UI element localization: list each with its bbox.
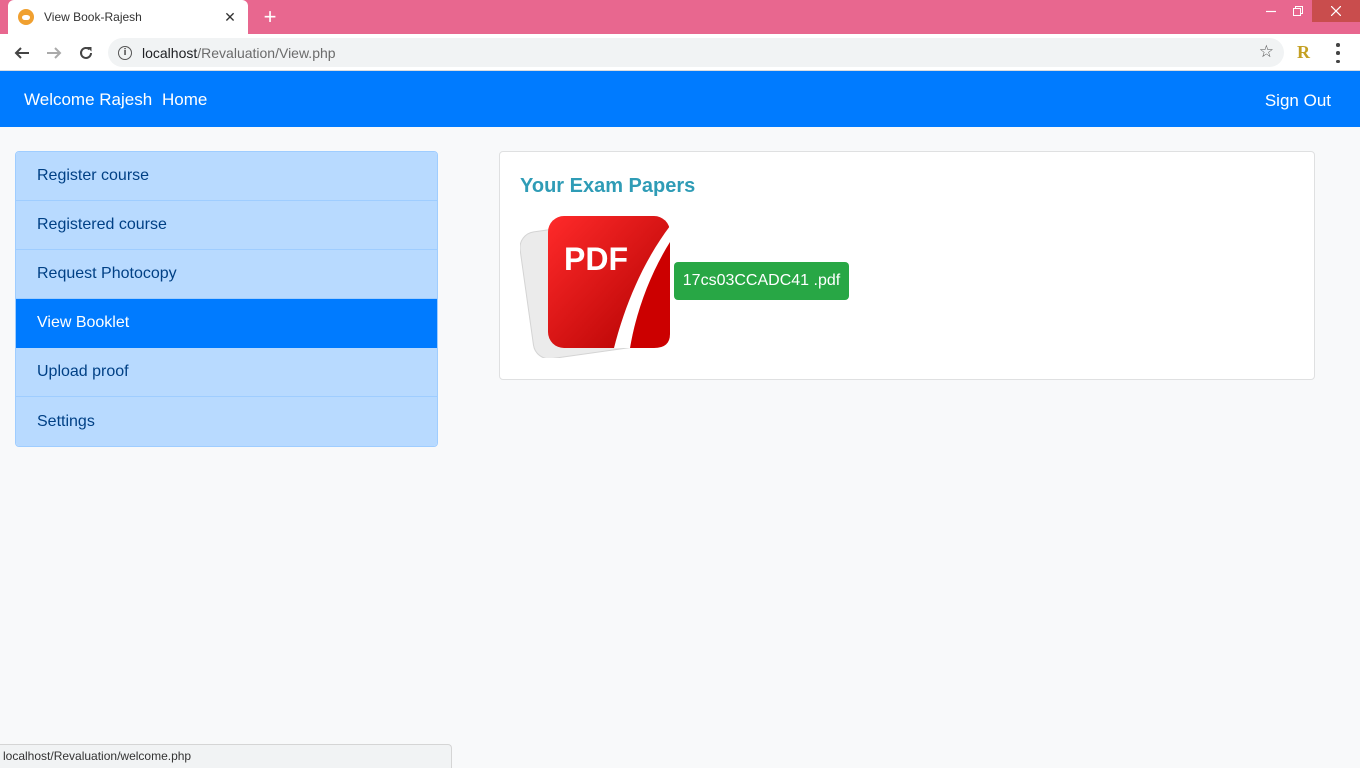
- kebab-menu-icon[interactable]: [1330, 43, 1346, 63]
- tab-title: View Book-Rajesh: [44, 10, 142, 24]
- nav-home-link[interactable]: Home: [162, 90, 207, 110]
- reload-icon[interactable]: [74, 41, 98, 65]
- browser-titlebar: View Book-Rajesh ✕ +: [0, 0, 1360, 34]
- browser-toolbar: i localhost/Revaluation/View.php ☆ R: [0, 34, 1360, 71]
- pdf-icon-text: PDF: [564, 241, 628, 277]
- sidebar-item-registered-course[interactable]: Registered course: [16, 201, 437, 250]
- extension-icon[interactable]: R: [1297, 42, 1310, 63]
- minimize-window-button[interactable]: [1256, 0, 1286, 22]
- url-host: localhost: [142, 44, 198, 61]
- pdf-file-icon[interactable]: PDF: [519, 208, 672, 360]
- back-arrow-icon[interactable]: [10, 41, 34, 65]
- navbar-brand[interactable]: Welcome Rajesh: [24, 90, 152, 110]
- url-path: /Revaluation/View.php: [197, 44, 336, 61]
- sidebar-item-settings[interactable]: Settings: [16, 397, 437, 446]
- app-navbar: Welcome Rajesh Home Sign Out: [0, 71, 1360, 127]
- sidebar-item-view-booklet[interactable]: View Booklet: [16, 299, 437, 348]
- tab-close-icon[interactable]: ✕: [222, 9, 238, 26]
- tab-favicon-icon: [18, 9, 34, 25]
- info-icon[interactable]: i: [118, 45, 132, 60]
- sidebar-item-upload-proof[interactable]: Upload proof: [16, 348, 437, 397]
- sidebar-menu: Register course Registered course Reques…: [15, 151, 438, 447]
- card-title: Your Exam Papers: [520, 175, 696, 197]
- forward-arrow-icon[interactable]: [42, 41, 66, 65]
- close-window-button[interactable]: [1312, 0, 1360, 22]
- sign-out-link[interactable]: Sign Out: [1265, 91, 1331, 111]
- address-bar[interactable]: i localhost/Revaluation/View.php ☆: [108, 38, 1284, 67]
- star-icon[interactable]: ☆: [1259, 43, 1274, 61]
- sidebar-item-register-course[interactable]: Register course: [16, 152, 437, 201]
- status-url-bubble: localhost/Revaluation/welcome.php: [0, 744, 452, 768]
- browser-tab[interactable]: View Book-Rajesh ✕: [8, 0, 248, 34]
- new-tab-button[interactable]: +: [258, 5, 282, 29]
- pdf-file-button[interactable]: 17cs03CCADC41 .pdf: [674, 262, 849, 300]
- restore-window-button[interactable]: [1283, 0, 1313, 22]
- exam-papers-card: Your Exam Papers PDF 17cs03CCADC41 .pdf: [499, 151, 1315, 380]
- sidebar-item-request-photocopy[interactable]: Request Photocopy: [16, 250, 437, 299]
